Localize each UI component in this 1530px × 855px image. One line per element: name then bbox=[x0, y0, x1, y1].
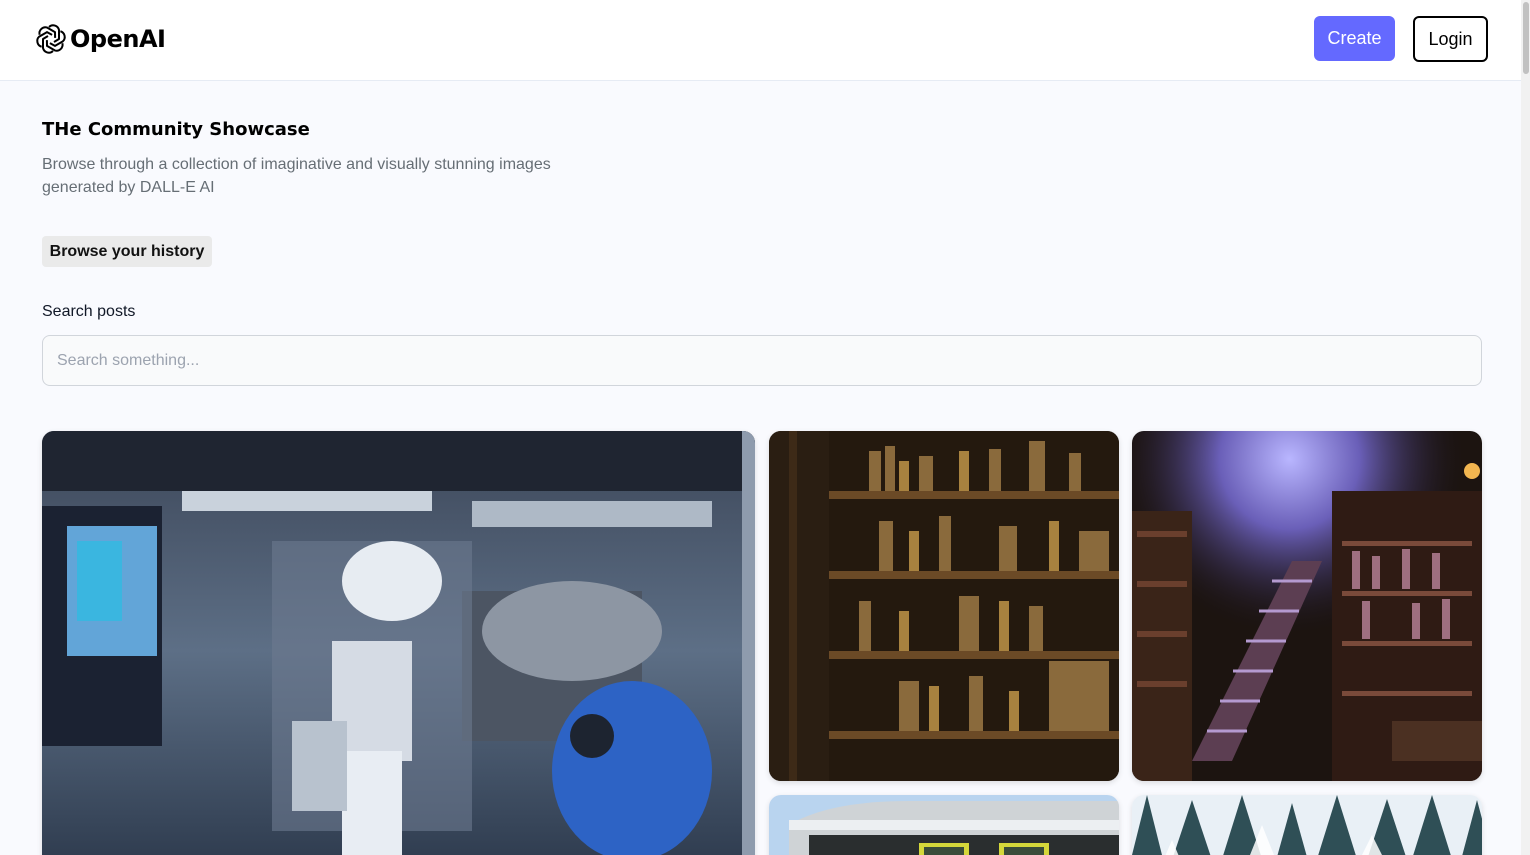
browse-history-button[interactable]: Browse your history bbox=[42, 236, 212, 267]
gallery-card-robot-lab[interactable] bbox=[42, 431, 755, 855]
create-button[interactable]: Create bbox=[1314, 16, 1395, 61]
openai-logo[interactable]: OpenAI bbox=[35, 22, 166, 56]
library-image bbox=[769, 431, 1119, 781]
scrollbar-thumb[interactable] bbox=[1523, 2, 1529, 74]
snow-forest-image bbox=[1132, 795, 1482, 855]
page-scrollbar[interactable] bbox=[1521, 0, 1530, 855]
library-stairs-image bbox=[1132, 431, 1482, 781]
top-navbar: OpenAI Create Login bbox=[0, 0, 1530, 81]
page-description: Browse through a collection of imaginati… bbox=[42, 156, 551, 196]
train-image bbox=[769, 795, 1119, 855]
gallery-card-train[interactable] bbox=[769, 795, 1119, 855]
gallery-card-library-stairs[interactable] bbox=[1132, 431, 1482, 781]
gallery-card-snow-forest[interactable] bbox=[1132, 795, 1482, 855]
gallery-card-library[interactable] bbox=[769, 431, 1119, 781]
openai-logo-icon bbox=[36, 24, 66, 54]
search-label: Search posts bbox=[42, 303, 136, 320]
page-title: THe Community Showcase bbox=[42, 119, 310, 140]
search-input[interactable] bbox=[42, 335, 1482, 386]
logo-text: OpenAI bbox=[70, 25, 166, 53]
robot-lab-image bbox=[42, 431, 755, 855]
login-button[interactable]: Login bbox=[1413, 16, 1488, 62]
